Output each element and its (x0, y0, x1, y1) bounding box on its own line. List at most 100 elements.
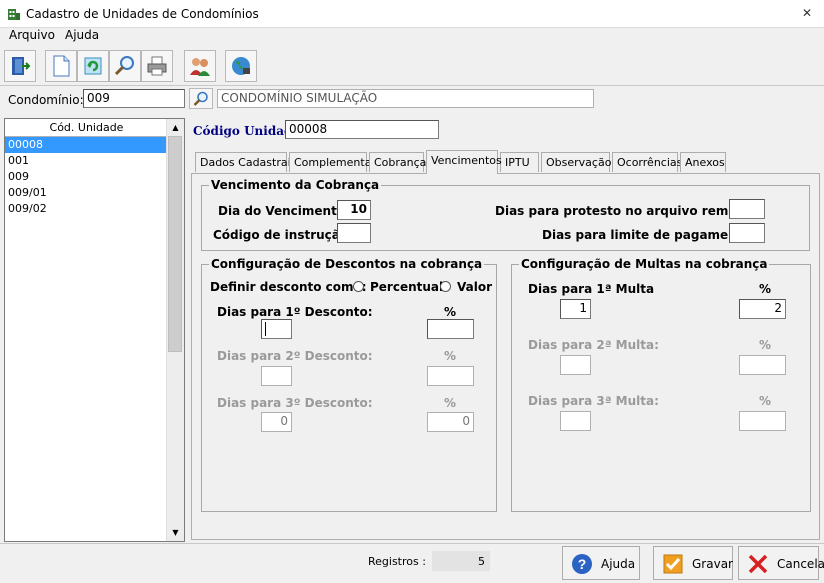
desconto3-pct-field: 0 (427, 412, 474, 432)
cancelar-button-label: Cancelar (777, 557, 824, 571)
registros-value: 5 (478, 555, 485, 568)
ajuda-button[interactable]: ? Ajuda (562, 546, 640, 580)
codigo-unidade-field[interactable]: 00008 (285, 120, 439, 139)
exit-door-icon (12, 57, 31, 75)
list-items: 00008 001 009 009/01 009/02 (5, 137, 168, 217)
close-icon[interactable]: ✕ (802, 6, 812, 20)
globe-icon (232, 57, 250, 75)
multa3-pct-field (739, 411, 786, 431)
list-item[interactable]: 009 (5, 169, 168, 185)
dia-vencimento-field[interactable]: 10 (337, 200, 371, 220)
condominio-name-field: CONDOMÍNIO SIMULAÇÃO (217, 89, 594, 108)
exit-button[interactable] (4, 50, 36, 82)
tab-anexos[interactable]: Anexos (680, 152, 726, 172)
users-button[interactable] (184, 50, 216, 82)
magnifier-icon (114, 56, 134, 76)
multa3-dias-field (560, 411, 591, 431)
desconto3-label: Dias para 3º Desconto: (217, 396, 373, 410)
toolbar (0, 46, 824, 86)
desconto1-pct-field[interactable] (427, 319, 474, 339)
search-button[interactable] (109, 50, 141, 82)
tab-iptu[interactable]: IPTU (500, 152, 539, 172)
cancel-x-icon (748, 554, 768, 574)
multa3-label: Dias para 3ª Multa: (528, 394, 659, 408)
cancelar-button[interactable]: Cancelar (738, 546, 824, 580)
printer-icon (147, 56, 167, 76)
gravar-button-label: Gravar (692, 557, 733, 571)
bottom-separator (0, 543, 824, 544)
desconto2-pct-label: % (444, 349, 457, 363)
multa1-pct-field[interactable]: 2 (739, 299, 786, 319)
desconto2-pct-field (427, 366, 474, 386)
scroll-up-arrow[interactable]: ▲ (167, 119, 184, 136)
print-button[interactable] (141, 50, 173, 82)
definir-desconto-label: Definir desconto como: (210, 280, 367, 294)
vencimento-group-title: Vencimento da Cobrança (209, 178, 382, 192)
refresh-icon (84, 57, 102, 75)
title-bar: Cadastro de Unidades de Condomínios ✕ (0, 0, 824, 28)
multa2-pct-label: % (759, 338, 772, 352)
tab-ocorr-ncias[interactable]: Ocorrências (612, 152, 682, 172)
dias-limite-field[interactable] (729, 223, 765, 243)
text-cursor (265, 322, 266, 336)
tab-cobran-a[interactable]: Cobrança (369, 152, 426, 172)
desconto2-label: Dias para 2º Desconto: (217, 349, 373, 363)
unit-list[interactable]: Cód. Unidade 00008 001 009 009/01 009/02 ▲ ▼ (4, 118, 185, 542)
desconto1-label: Dias para 1º Desconto: (217, 305, 373, 319)
menu-arquivo[interactable]: Arquivo (9, 28, 55, 42)
radio-percentual[interactable] (353, 281, 364, 292)
gravar-button[interactable]: Gravar (653, 546, 733, 580)
multa3-pct-label: % (759, 394, 772, 408)
new-button[interactable] (45, 50, 77, 82)
multa1-dias-field[interactable]: 1 (560, 299, 591, 319)
descontos-group: Configuração de Descontos na cobrança (201, 257, 497, 512)
scrollbar[interactable]: ▲ ▼ (166, 119, 184, 541)
multa2-label: Dias para 2ª Multa: (528, 338, 659, 352)
dia-vencimento-label: Dia do Vencimento: (218, 204, 350, 218)
app-building-icon (8, 9, 20, 20)
list-item[interactable]: 009/01 (5, 185, 168, 201)
globe-button[interactable] (225, 50, 257, 82)
list-header[interactable]: Cód. Unidade (5, 119, 168, 137)
tab-observa-o[interactable]: Observação (541, 152, 611, 172)
magnifier-icon (193, 91, 208, 106)
refresh-button[interactable] (77, 50, 109, 82)
multa2-pct-field (739, 355, 786, 375)
new-document-icon (53, 55, 70, 77)
dias-limite-label: Dias para limite de pagamento: (542, 228, 756, 242)
radio-valor-label[interactable]: Valor (457, 280, 492, 294)
list-item[interactable]: 001 (5, 153, 168, 169)
list-item[interactable]: 00008 (5, 137, 168, 153)
multa1-label: Dias para 1ª Multa (528, 282, 655, 296)
menu-ajuda[interactable]: Ajuda (65, 28, 99, 42)
multa2-dias-field (560, 355, 591, 375)
multa1-pct-label: % (759, 282, 772, 296)
multas-group-title: Configuração de Multas na cobrança (519, 257, 770, 271)
window-title: Cadastro de Unidades de Condomínios (26, 7, 259, 21)
checkmark-icon (663, 554, 683, 574)
scroll-thumb[interactable] (168, 136, 182, 352)
tab-complementar[interactable]: Complementar (289, 152, 376, 172)
menu-bar: Arquivo Ajuda (0, 28, 824, 46)
condominio-search-button[interactable] (189, 88, 213, 109)
ajuda-button-label: Ajuda (601, 557, 636, 571)
tab-vencimentos[interactable]: Vencimentos (426, 150, 502, 174)
registros-label: Registros : (368, 555, 426, 568)
desconto3-dias-field: 0 (261, 412, 292, 432)
users-icon (190, 58, 210, 76)
condominio-label: Condomínio: (8, 93, 84, 107)
radio-percentual-label[interactable]: Percentual (370, 280, 443, 294)
tab-dados-cadastrais[interactable]: Dados Cadastrais (195, 152, 296, 172)
list-item[interactable]: 009/02 (5, 201, 168, 217)
help-icon: ? (572, 554, 592, 574)
scroll-down-arrow[interactable]: ▼ (167, 524, 184, 541)
desconto2-dias-field (261, 366, 292, 386)
descontos-group-title: Configuração de Descontos na cobrança (209, 257, 485, 271)
condominio-code-field[interactable]: 009 (83, 89, 185, 108)
codigo-instrucao-field[interactable] (337, 223, 371, 243)
desconto3-pct-label: % (444, 396, 457, 410)
codigo-instrucao-label: Código de instrução: (213, 228, 353, 242)
svg-text:?: ? (578, 556, 587, 572)
dias-protesto-field[interactable] (729, 199, 765, 219)
radio-valor[interactable] (440, 281, 451, 292)
